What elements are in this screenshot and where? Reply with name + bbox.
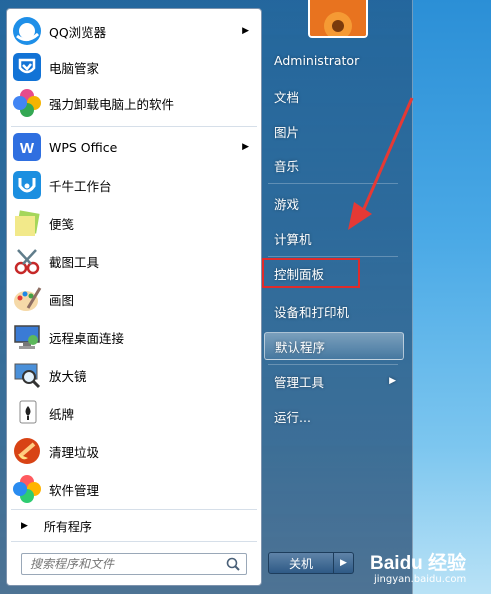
software-manager-icon: [11, 473, 43, 505]
search-box[interactable]: [21, 553, 247, 575]
watermark-url: jingyan.baidu.com: [374, 574, 467, 585]
flower-picture-icon: [310, 0, 366, 36]
watermark-brand: Baidu 经验: [370, 553, 467, 574]
annotation-arrow-icon: [348, 97, 414, 230]
all-programs-item[interactable]: ▶ 所有程序: [11, 513, 257, 539]
program-label: 便笺: [49, 216, 75, 232]
right-item-run[interactable]: 运行...: [264, 402, 404, 430]
program-label: 清理垃圾: [49, 444, 100, 460]
program-label: QQ浏览器: [49, 24, 107, 40]
submenu-arrow-icon: ▶: [389, 376, 396, 386]
qianniu-icon: [11, 169, 43, 201]
program-item-software-manager[interactable]: 软件管理: [11, 471, 257, 507]
search-icon[interactable]: [226, 557, 240, 574]
program-item-wps-office[interactable]: W WPS Office ▶: [11, 129, 257, 165]
cleanup-icon: [11, 435, 43, 467]
program-item-snipping-tool[interactable]: 截图工具: [11, 243, 257, 279]
uninstaller-icon: [11, 87, 43, 119]
tencent-pc-manager-icon: [11, 51, 43, 83]
program-item-qianniu[interactable]: 千牛工作台: [11, 167, 257, 203]
program-item-sticky-notes[interactable]: 便笺: [11, 205, 257, 241]
program-label: 截图工具: [49, 254, 100, 270]
right-item-label: 游戏: [274, 196, 300, 212]
program-item-solitaire[interactable]: 纸牌: [11, 395, 257, 431]
right-item-label: 音乐: [274, 158, 300, 174]
paint-icon: [11, 283, 43, 315]
separator: [268, 364, 398, 365]
solitaire-icon: [11, 397, 43, 429]
program-item-pc-manager[interactable]: 电脑管家: [11, 49, 257, 85]
program-label: 远程桌面连接: [49, 330, 125, 346]
snipping-tool-icon: [11, 245, 43, 277]
program-item-qq-browser[interactable]: QQ浏览器 ▶: [11, 13, 257, 49]
right-item-label: 管理工具: [274, 374, 325, 390]
program-label: 电脑管家: [49, 60, 100, 76]
submenu-arrow-icon: ▶: [242, 26, 249, 36]
right-item-label: Administrator: [274, 52, 360, 68]
right-item-label: 运行...: [274, 409, 311, 425]
program-item-paint[interactable]: 画图: [11, 281, 257, 317]
program-item-remote-desktop[interactable]: 远程桌面连接: [11, 319, 257, 355]
right-item-devices-printers[interactable]: 设备和打印机: [264, 297, 404, 325]
baidu-watermark: Baidu 经验 jingyan.baidu.com: [362, 546, 488, 592]
separator: [268, 256, 398, 257]
user-avatar[interactable]: [308, 0, 368, 38]
remote-desktop-icon: [11, 321, 43, 353]
magnifier-icon: [11, 359, 43, 391]
program-item-magnifier[interactable]: 放大镜: [11, 357, 257, 393]
shutdown-options-button[interactable]: ▶: [334, 552, 354, 574]
program-label: 纸牌: [49, 406, 75, 422]
separator: [11, 541, 257, 542]
program-label: 放大镜: [49, 368, 87, 384]
program-label: WPS Office: [49, 139, 118, 155]
right-item-label: 默认程序: [275, 339, 326, 355]
program-label: 千牛工作台: [49, 178, 112, 194]
shutdown-button[interactable]: 关机: [268, 552, 334, 574]
wps-office-icon: W: [11, 131, 43, 163]
program-item-cleanup[interactable]: 清理垃圾: [11, 433, 257, 469]
right-item-label: 图片: [274, 124, 300, 140]
program-label: 画图: [49, 292, 75, 308]
program-label: 强力卸载电脑上的软件: [49, 96, 175, 112]
right-item-admin-tools[interactable]: 管理工具 ▶: [264, 367, 404, 395]
expand-arrow-icon: ▶: [21, 521, 28, 531]
separator: [11, 126, 257, 127]
all-programs-label: 所有程序: [43, 519, 92, 534]
programs-panel: QQ浏览器 ▶ 电脑管家 强力卸载电脑上的软件 W WPS Office ▶ 千…: [6, 8, 262, 586]
right-item-default-programs[interactable]: 默认程序: [264, 332, 404, 360]
qq-browser-icon: [11, 15, 43, 47]
program-label: 软件管理: [49, 482, 100, 498]
right-item-label: 文档: [274, 89, 300, 105]
search-input[interactable]: [28, 556, 228, 572]
right-item-administrator[interactable]: Administrator: [264, 46, 404, 74]
submenu-arrow-icon: ▶: [242, 142, 249, 152]
annotation-highlight-box: [262, 258, 360, 288]
sticky-notes-icon: [11, 207, 43, 239]
shutdown-group: 关机 ▶: [268, 552, 356, 574]
svg-text:W: W: [20, 140, 35, 157]
separator: [11, 509, 257, 510]
right-item-label: 计算机: [274, 231, 312, 247]
right-item-label: 设备和打印机: [274, 304, 350, 320]
program-item-uninstaller[interactable]: 强力卸载电脑上的软件: [11, 85, 257, 121]
